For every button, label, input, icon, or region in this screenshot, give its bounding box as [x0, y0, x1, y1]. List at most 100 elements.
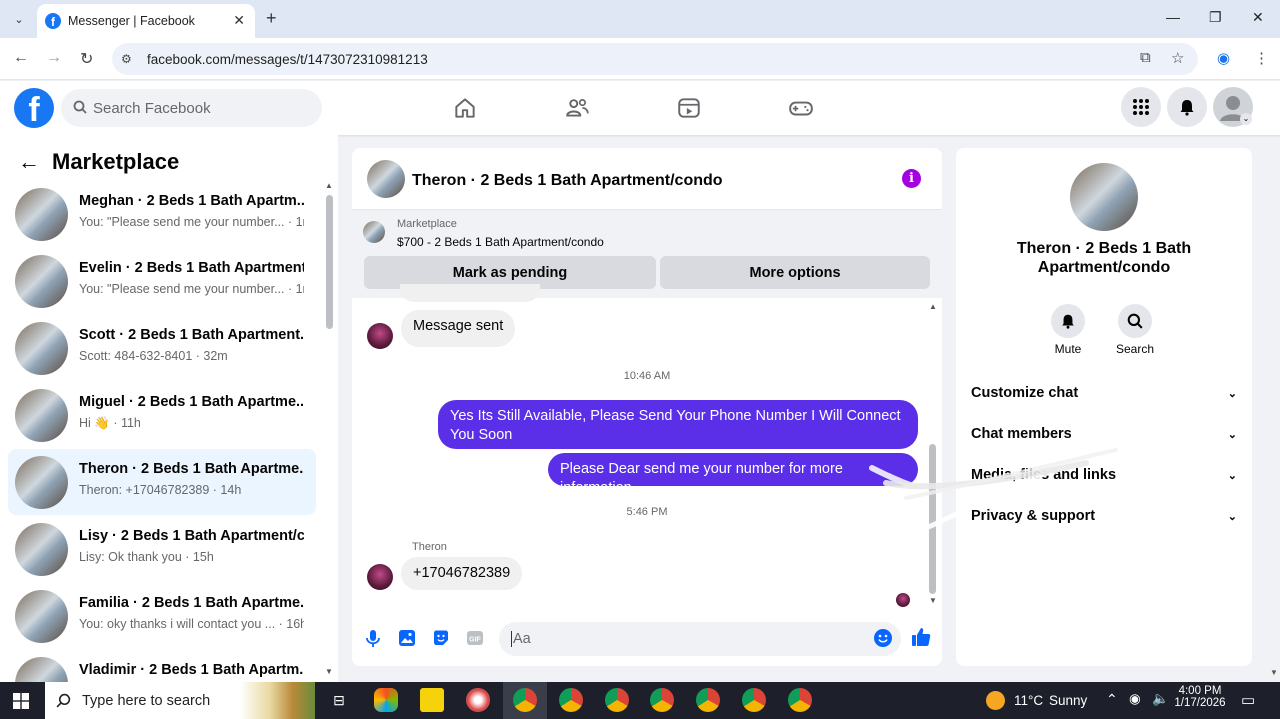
conversation-name: Meghan · 2 Beds 1 Bath Apartm...: [79, 193, 304, 209]
conversation-name: Scott · 2 Beds 1 Bath Apartment...: [79, 327, 304, 343]
volume-icon[interactable]: 🔈: [1152, 691, 1169, 707]
search-in-conversation-button[interactable]: [1118, 304, 1152, 338]
details-title: Theron · 2 Beds 1 Bath Apartment/condo: [956, 239, 1252, 277]
back-arrow-icon[interactable]: ←: [13, 49, 29, 67]
scrollbar-thumb[interactable]: [326, 195, 333, 329]
conversation-preview: You: oky thanks i will contact you ... ·…: [79, 617, 304, 631]
avatar: [15, 523, 68, 576]
conversation-item[interactable]: Vladimir · 2 Beds 1 Bath Apartm...: [8, 650, 316, 682]
profile-icon[interactable]: ◉: [1217, 49, 1230, 67]
chat-scroll-up-icon[interactable]: ▲: [929, 302, 937, 311]
video-icon[interactable]: [676, 95, 702, 121]
conversation-preview: You: "Please send me your number... · 1m: [79, 282, 304, 296]
avatar: [15, 590, 68, 643]
chevron-down-icon: ⌄: [1227, 428, 1237, 441]
chrome-icon[interactable]: [605, 688, 629, 712]
listing-title[interactable]: $700 - 2 Beds 1 Bath Apartment/condo: [397, 235, 604, 249]
chrome-icon[interactable]: [742, 688, 766, 712]
conversation-item[interactable]: Familia · 2 Beds 1 Bath Apartme... You: …: [8, 583, 316, 649]
incoming-message: +17046782389: [401, 557, 523, 590]
chrome-icon[interactable]: [696, 688, 720, 712]
chrome-icon[interactable]: [788, 688, 812, 712]
taskbar-clock[interactable]: 4:00 PM 1/17/2026: [1172, 685, 1228, 709]
minimize-icon[interactable]: —: [1166, 9, 1180, 25]
weather-condition[interactable]: Sunny: [1049, 693, 1087, 708]
restore-icon[interactable]: ❐: [1209, 9, 1222, 26]
conversation-name: Vladimir · 2 Beds 1 Bath Apartm...: [79, 662, 304, 678]
sticker-icon[interactable]: [431, 628, 451, 648]
photo-icon[interactable]: [397, 628, 417, 648]
conversation-preview: Lisy: Ok thank you · 15h: [79, 550, 214, 564]
chat-scroll-down-icon[interactable]: ▼: [929, 596, 937, 605]
weather-sun-icon[interactable]: [986, 691, 1005, 710]
sticky-notes-icon[interactable]: [420, 688, 444, 712]
chrome-icon[interactable]: [559, 688, 583, 712]
bookmark-star-icon[interactable]: ☆: [1171, 49, 1184, 67]
microphone-icon[interactable]: [363, 628, 383, 648]
app-icon[interactable]: [466, 688, 490, 712]
avatar[interactable]: [367, 160, 405, 198]
new-tab-icon[interactable]: +: [266, 8, 277, 29]
site-settings-icon[interactable]: ⚙: [121, 52, 132, 66]
forward-arrow-icon[interactable]: →: [46, 49, 62, 67]
scroll-down-arrow-icon[interactable]: ▼: [325, 667, 333, 676]
avatar: [15, 255, 68, 308]
like-thumbs-up-icon[interactable]: [910, 626, 932, 648]
home-icon[interactable]: [452, 95, 478, 121]
facebook-search-placeholder: Search Facebook: [93, 99, 211, 117]
tray-chevron-up-icon[interactable]: ⌃: [1106, 691, 1118, 708]
window-close-icon[interactable]: ✕: [1252, 9, 1264, 26]
emoji-icon[interactable]: [873, 628, 893, 648]
sender-name: Theron: [412, 541, 447, 553]
gaming-icon[interactable]: [788, 95, 814, 121]
chrome-icon[interactable]: [513, 688, 537, 712]
notification-center-icon[interactable]: ▭: [1241, 691, 1255, 709]
scroll-up-arrow-icon[interactable]: ▲: [325, 181, 333, 190]
info-icon[interactable]: i: [902, 169, 921, 188]
temperature[interactable]: 11°C: [1014, 693, 1043, 708]
tab-close-icon[interactable]: ✕: [233, 12, 245, 29]
reload-icon[interactable]: ↻: [80, 49, 93, 69]
conversation-item-active[interactable]: Theron · 2 Beds 1 Bath Apartme... Theron…: [8, 449, 316, 515]
avatar[interactable]: [1070, 163, 1138, 231]
gif-icon[interactable]: GIF: [465, 628, 485, 648]
task-view-icon[interactable]: ⊟: [327, 688, 351, 712]
chat-title[interactable]: Theron · 2 Beds 1 Bath Apartment/condo: [412, 172, 723, 190]
listing-thumbnail[interactable]: [363, 221, 385, 243]
page-scroll-down-icon[interactable]: ▼: [1270, 668, 1278, 677]
customize-chat-section[interactable]: Customize chat ⌄: [971, 378, 1237, 408]
url-field[interactable]: facebook.com/messages/t/1473072310981213: [112, 43, 1198, 75]
message-input[interactable]: Aa: [499, 622, 901, 656]
conversation-item[interactable]: Miguel · 2 Beds 1 Bath Apartme... Hi 👋 ·…: [8, 382, 316, 448]
browser-tab[interactable]: f Messenger | Facebook ✕: [37, 4, 255, 38]
sender-avatar[interactable]: [367, 564, 393, 590]
back-arrow-icon[interactable]: ←: [18, 149, 40, 175]
conversation-name: Theron · 2 Beds 1 Bath Apartme...: [79, 461, 304, 477]
conversation-item[interactable]: Scott · 2 Beds 1 Bath Apartment... Scott…: [8, 315, 316, 381]
friends-icon[interactable]: [564, 95, 590, 121]
conversation-name: Lisy · 2 Beds 1 Bath Apartment/c...: [79, 528, 304, 544]
message-input-placeholder: Aa: [511, 631, 531, 647]
install-app-icon[interactable]: ⧉: [1140, 49, 1151, 66]
copilot-icon[interactable]: [374, 688, 398, 712]
network-icon[interactable]: ◉: [1129, 691, 1141, 707]
account-chevron-icon[interactable]: ⌄: [1240, 113, 1252, 125]
chevron-down-icon: ⌄: [1227, 510, 1237, 523]
more-options-button[interactable]: More options: [660, 256, 930, 289]
facebook-search-input[interactable]: Search Facebook: [61, 89, 322, 127]
address-bar: ← → ↻ facebook.com/messages/t/1473072310…: [0, 38, 1280, 80]
sender-avatar[interactable]: [367, 323, 393, 349]
conversation-name: Evelin · 2 Beds 1 Bath Apartment...: [79, 260, 304, 276]
chrome-icon[interactable]: [650, 688, 674, 712]
mute-label: Mute: [1054, 342, 1082, 356]
conversation-item[interactable]: Meghan · 2 Beds 1 Bath Apartm... You: "P…: [8, 181, 316, 247]
conversation-item[interactable]: Evelin · 2 Beds 1 Bath Apartment... You:…: [8, 248, 316, 314]
menu-grid-icon[interactable]: [1121, 87, 1161, 127]
windows-start-icon[interactable]: [13, 693, 29, 709]
browser-menu-icon[interactable]: ⋮: [1254, 49, 1269, 67]
conversation-item[interactable]: Lisy · 2 Beds 1 Bath Apartment/c... Lisy…: [8, 516, 316, 582]
facebook-logo-icon[interactable]: f: [14, 88, 54, 128]
notifications-bell-icon[interactable]: [1167, 87, 1207, 127]
tab-search-chevron-icon[interactable]: ⌄: [8, 9, 30, 29]
mute-button[interactable]: [1051, 304, 1085, 338]
